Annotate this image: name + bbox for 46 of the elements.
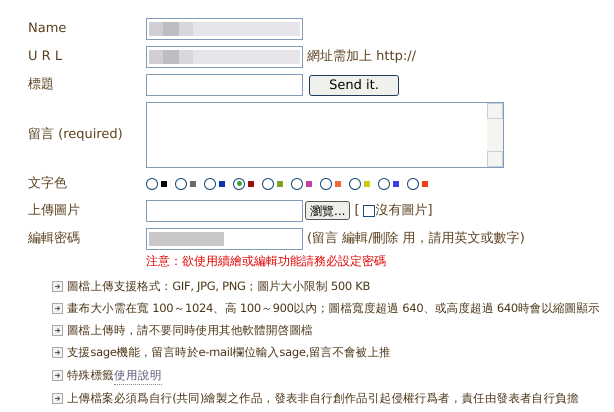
- field-label: 編輯密碼: [28, 230, 81, 248]
- note-text: 畫布大小需在寬 100～1024、高 100～900以內；圖檔寬度超過 640、或高度超過 640時會以縮圖顯示: [67, 300, 600, 317]
- note-text: 支援sage機能，留言時於e-mail欄位輸入sage,留言不會被上推: [67, 344, 391, 362]
- field-label: Name: [28, 20, 68, 38]
- input-field[interactable]: [146, 74, 303, 96]
- arrow-icon: [52, 302, 63, 314]
- checkbox[interactable]: [362, 204, 375, 216]
- field-label: 標題: [28, 76, 55, 94]
- send-button[interactable]: Send it.: [309, 74, 399, 96]
- radio-button[interactable]: [349, 178, 361, 190]
- input-field[interactable]: [146, 46, 303, 68]
- note-text: 特殊標籤: [67, 367, 114, 384]
- radio-button[interactable]: [320, 178, 332, 190]
- checkbox-label: 沒有圖片: [376, 202, 428, 220]
- field-label: 文字色: [28, 175, 68, 193]
- arrow-icon: [52, 370, 63, 382]
- arrow-icon: [52, 392, 63, 404]
- field-hint: 網址需加上 http://: [307, 48, 416, 66]
- message-textarea[interactable]: [146, 102, 504, 168]
- arrow-icon: [52, 325, 63, 336]
- radio-button[interactable]: [291, 178, 303, 190]
- note-text: 上傳檔案必須爲自行(共同)繪製之作品，發表非自行創作品引起侵權行爲者，責任由發表者自行負擔: [67, 390, 578, 407]
- scrollbar[interactable]: [487, 103, 503, 167]
- field-label: 上傳圖片: [28, 202, 81, 220]
- radio-button[interactable]: [378, 178, 390, 190]
- input-field[interactable]: [146, 18, 303, 40]
- note-text: 圖檔上傳支援格式：GIF, JPG, PNG；圖片大小限制 500 KB: [67, 278, 370, 294]
- field-hint: (留言 編輯/刪除 用，請用英文或數字): [307, 230, 525, 248]
- radio-button[interactable]: [407, 178, 419, 190]
- file-field[interactable]: [146, 200, 303, 222]
- help-link[interactable]: 使用說明: [114, 366, 162, 385]
- radio-button[interactable]: [175, 178, 187, 190]
- radio-button[interactable]: [146, 178, 158, 190]
- field-label: U R L: [28, 48, 64, 66]
- browse-button[interactable]: 瀏覽...: [305, 201, 350, 220]
- field-label: 留言 (required): [28, 126, 124, 144]
- bracket: ]: [428, 202, 433, 220]
- radio-button[interactable]: [262, 178, 274, 190]
- bracket: [: [354, 202, 360, 220]
- radio-button[interactable]: [233, 178, 245, 190]
- radio-button[interactable]: [204, 178, 216, 190]
- arrow-icon: [52, 347, 63, 358]
- arrow-icon: [52, 280, 63, 292]
- password-field[interactable]: [146, 228, 303, 250]
- warning-text: 注意：欲使用續繪或編輯功能請務必設定密碼: [146, 252, 387, 270]
- note-text: 圖檔上傳時，請不要同時使用其他軟體開啓圖檔: [67, 322, 313, 339]
